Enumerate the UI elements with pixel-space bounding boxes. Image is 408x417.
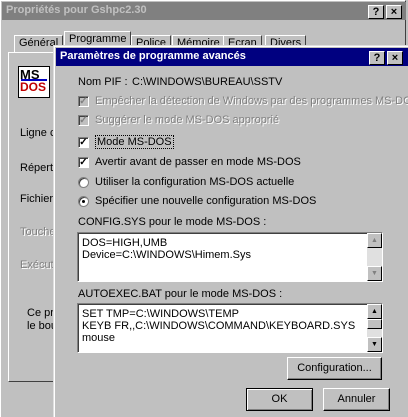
- outer-window-title: Propriétés pour Gshpc2.30: [6, 4, 147, 16]
- scroll-down-icon[interactable]: ▼: [367, 266, 382, 281]
- outer-close-button[interactable]: ×: [386, 5, 402, 19]
- warn-before-checkbox[interactable]: ✓: [78, 157, 89, 168]
- outer-label-fichier: Fichier: [20, 193, 54, 205]
- scroll-up-icon[interactable]: ▲: [367, 304, 382, 319]
- config-sys-label: CONFIG.SYS pour le mode MS-DOS :: [78, 216, 267, 228]
- config-sys-scrollbar[interactable]: ▲ ▼: [367, 233, 382, 281]
- outer-help-button[interactable]: ?: [368, 5, 384, 19]
- configuration-button-label: Configuration...: [297, 362, 372, 374]
- autoexec-textarea[interactable]: SET TMP=C:\WINDOWS\TEMP KEYB FR,,C:\WIND…: [77, 303, 383, 353]
- cancel-button-label: Annuler: [337, 393, 376, 405]
- close-icon: ×: [391, 52, 399, 64]
- ok-button-label: OK: [271, 393, 288, 405]
- use-current-config-radio[interactable]: [78, 177, 89, 188]
- autoexec-text: SET TMP=C:\WINDOWS\TEMP KEYB FR,,C:\WIND…: [82, 308, 356, 344]
- suggest-mode-label: Suggérer le mode MS-DOS approprié: [95, 114, 280, 126]
- specify-new-config-label: Spécifier une nouvelle configuration MS-…: [95, 195, 317, 207]
- pif-label: Nom PIF :: [78, 76, 128, 88]
- outer-label-repertoire: Répert: [20, 162, 54, 174]
- config-sys-text: DOS=HIGH,UMB Device=C:\WINDOWS\Himem.Sys: [82, 237, 251, 261]
- outer-label-touche: Touche: [20, 226, 56, 238]
- outer-label-ligne: Ligne c: [20, 127, 56, 139]
- scroll-up-icon[interactable]: ▲: [367, 233, 382, 248]
- dialog-title: Paramètres de programme avancés: [60, 50, 246, 62]
- autoexec-scrollbar[interactable]: ▲ ▼: [367, 304, 382, 352]
- dialog-help-button[interactable]: ?: [369, 51, 385, 65]
- warn-before-label: Avertir avant de passer en mode MS-DOS: [95, 156, 301, 168]
- prevent-detection-checkbox[interactable]: ✓: [78, 96, 89, 107]
- help-icon: ?: [372, 6, 380, 18]
- ms-dos-icon: MS DOS: [18, 66, 50, 98]
- use-current-config-label: Utiliser la configuration MS-DOS actuell…: [95, 176, 295, 188]
- help-icon: ?: [373, 52, 381, 64]
- autoexec-label: AUTOEXEC.BAT pour le mode MS-DOS :: [78, 288, 283, 300]
- msdos-mode-checkbox[interactable]: ✓: [78, 137, 89, 148]
- msdos-mode-label: Mode MS-DOS: [95, 135, 174, 149]
- close-icon: ×: [390, 6, 398, 18]
- config-sys-textarea[interactable]: DOS=HIGH,UMB Device=C:\WINDOWS\Himem.Sys…: [77, 232, 383, 282]
- tab-programme-label: Programme: [69, 33, 127, 45]
- ms-dos-icon-text-bottom: DOS: [20, 80, 47, 94]
- dialog-title-bar[interactable]: Paramètres de programme avancés ? ×: [56, 48, 408, 66]
- prevent-detection-label: Empêcher la détection de Windows par des…: [95, 95, 408, 107]
- configuration-button[interactable]: Configuration...: [287, 357, 382, 380]
- specify-new-config-radio[interactable]: [78, 196, 89, 207]
- suggest-mode-checkbox[interactable]: ✓: [78, 115, 89, 126]
- scroll-thumb[interactable]: [367, 319, 382, 329]
- ok-button[interactable]: OK: [246, 388, 313, 411]
- outer-label-execution: Exécut: [20, 259, 54, 271]
- dialog-close-button[interactable]: ×: [387, 51, 403, 65]
- cancel-button[interactable]: Annuler: [323, 388, 390, 411]
- scroll-down-icon[interactable]: ▼: [367, 337, 382, 352]
- advanced-dialog: Paramètres de programme avancés ? × Nom …: [53, 45, 408, 417]
- outer-title-bar[interactable]: Propriétés pour Gshpc2.30 ? ×: [2, 2, 406, 20]
- pif-value: C:\WINDOWS\BUREAU\SSTV: [132, 76, 283, 88]
